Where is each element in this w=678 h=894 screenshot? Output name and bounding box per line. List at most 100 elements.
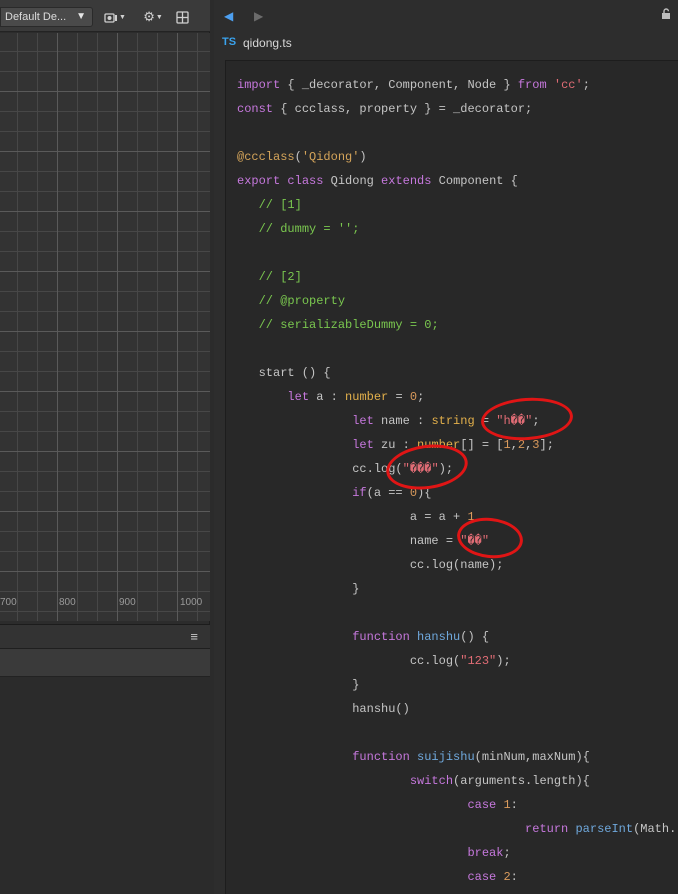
code-lines: import { _decorator, Component, Node } f… bbox=[237, 73, 676, 889]
code-token: suijishu bbox=[417, 750, 475, 764]
code-line: return parseInt(Math. bbox=[237, 817, 676, 841]
code-token: 1 bbox=[503, 798, 511, 812]
code-token: function bbox=[352, 630, 410, 644]
editor-window: Default De... ▼ ▼ ⚙▼ 700 800 900 1000 ≡ … bbox=[0, 0, 678, 894]
code-token: @ccclass bbox=[237, 150, 295, 164]
lock-icon[interactable] bbox=[660, 8, 672, 23]
code-token: // [1] bbox=[258, 198, 302, 212]
code-token: 3 bbox=[532, 438, 540, 452]
code-token: [] = [ bbox=[460, 438, 504, 452]
code-token: ; bbox=[582, 78, 590, 92]
code-token: Qidong bbox=[323, 174, 382, 188]
code-token: number bbox=[417, 438, 461, 452]
code-token: a = a + bbox=[237, 510, 468, 524]
gear-icon[interactable]: ⚙▼ bbox=[140, 7, 166, 27]
code-token: start () { bbox=[237, 366, 331, 380]
code-token: break bbox=[467, 846, 504, 860]
code-line: function suijishu(minNum,maxNum){ bbox=[237, 745, 676, 769]
axis-tick: 900 bbox=[119, 597, 136, 608]
code-line: const { ccclass, property } = _decorator… bbox=[237, 97, 676, 121]
code-line: if(a == 0){ bbox=[237, 481, 676, 505]
code-line: start () { bbox=[237, 361, 676, 385]
code-token: { ccclass, property } = _decorator; bbox=[273, 102, 533, 116]
code-line: import { _decorator, Component, Node } f… bbox=[237, 73, 676, 97]
code-token: if bbox=[352, 486, 367, 500]
code-token: let bbox=[287, 390, 310, 404]
code-line: name = "��" bbox=[237, 529, 676, 553]
code-token: 1 bbox=[503, 438, 511, 452]
camera-icon[interactable]: ▼ bbox=[102, 7, 128, 27]
code-token: 2 bbox=[517, 438, 526, 452]
layout-select[interactable]: Default De... ▼ bbox=[0, 7, 93, 27]
code-token: string bbox=[431, 414, 475, 428]
code-token: Component { bbox=[431, 174, 518, 188]
code-line: a = a + 1 bbox=[237, 505, 676, 529]
forward-arrow-icon[interactable]: ▶ bbox=[254, 8, 263, 24]
code-line: cc.log(name); bbox=[237, 553, 676, 577]
code-token: "h��" bbox=[496, 414, 533, 428]
code-token: name = bbox=[237, 534, 461, 548]
code-token: "123" bbox=[460, 654, 497, 668]
editor-toolbar: ◀ ▶ bbox=[214, 0, 678, 32]
code-token: (minNum,maxNum){ bbox=[474, 750, 590, 764]
code-token: // @property bbox=[258, 294, 346, 308]
code-token: // [2] bbox=[258, 270, 302, 284]
code-token: : bbox=[510, 870, 518, 884]
code-token: let bbox=[352, 414, 374, 428]
back-arrow-icon[interactable]: ◀ bbox=[224, 8, 233, 24]
code-token: ; bbox=[532, 414, 540, 428]
code-token: (arguments.length){ bbox=[453, 774, 590, 788]
code-area[interactable]: import { _decorator, Component, Node } f… bbox=[225, 60, 678, 894]
code-token: cc.log(name); bbox=[237, 558, 504, 572]
code-line: switch(arguments.length){ bbox=[237, 769, 676, 793]
layout-select-label: Default De... bbox=[5, 11, 67, 23]
code-token: hanshu() bbox=[237, 702, 410, 716]
code-token: parseInt bbox=[575, 822, 634, 836]
code-line: // [1] bbox=[237, 193, 676, 217]
code-token: ); bbox=[496, 654, 511, 668]
scene-toolbar: Default De... ▼ ▼ ⚙▼ bbox=[0, 0, 210, 32]
code-token: () { bbox=[460, 630, 490, 644]
code-token: ( bbox=[294, 150, 302, 164]
code-token: return bbox=[525, 822, 569, 836]
code-editor-panel: ◀ ▶ TS qidong.ts import { _decorator, Co… bbox=[214, 0, 678, 894]
code-line: // @property bbox=[237, 289, 676, 313]
code-token: // serializableDummy = 0; bbox=[258, 318, 439, 332]
code-line: cc.log("123"); bbox=[237, 649, 676, 673]
code-token: class bbox=[287, 174, 324, 188]
scene-panel: Default De... ▼ ▼ ⚙▼ 700 800 900 1000 ≡ bbox=[0, 0, 210, 894]
code-token: "��" bbox=[460, 534, 490, 548]
code-token: ); bbox=[438, 462, 454, 476]
code-token: 'cc' bbox=[553, 78, 583, 92]
code-token: 0 bbox=[409, 486, 418, 500]
code-token: 0 bbox=[409, 390, 418, 404]
code-token: ; bbox=[417, 390, 425, 404]
code-line: } bbox=[237, 577, 676, 601]
code-token: cc.log( bbox=[237, 462, 403, 476]
axis-tick: 800 bbox=[59, 597, 76, 608]
file-tab[interactable]: TS qidong.ts bbox=[214, 33, 678, 55]
menu-icon[interactable]: ≡ bbox=[190, 629, 198, 644]
layout-icon[interactable] bbox=[174, 7, 190, 27]
code-token: case bbox=[467, 798, 497, 812]
scene-viewport[interactable]: 700 800 900 1000 bbox=[0, 33, 210, 621]
code-token: number bbox=[345, 390, 389, 404]
code-token: name : bbox=[373, 414, 432, 428]
code-token: // dummy = ''; bbox=[258, 222, 360, 236]
code-token: ; bbox=[503, 846, 511, 860]
code-line: @ccclass('Qidong') bbox=[237, 145, 676, 169]
code-line: break; bbox=[237, 841, 676, 865]
